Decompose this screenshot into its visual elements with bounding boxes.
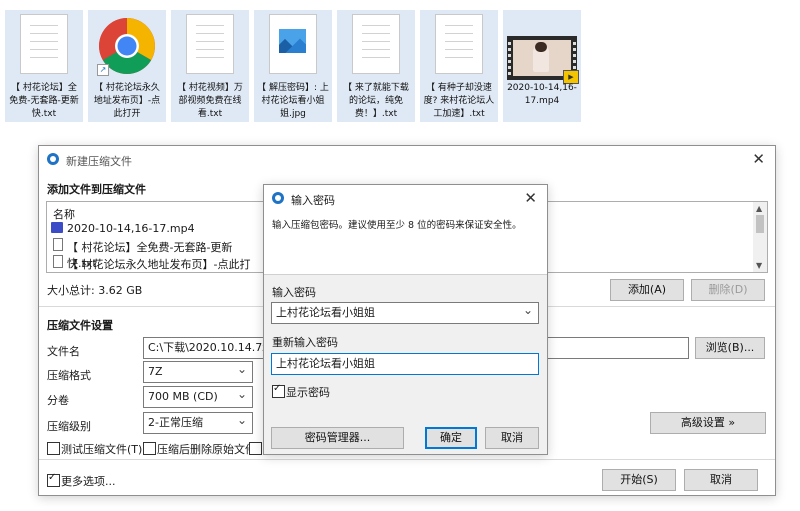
- video-file-icon: [51, 222, 63, 233]
- file-name: 【 有种子却没速度? 来村花论坛人工加速】.txt: [423, 83, 495, 119]
- title-bar: 输入密码 ✕: [264, 185, 547, 213]
- password-label: 输入密码: [272, 286, 316, 299]
- level-select[interactable]: 2-正常压缩: [143, 410, 253, 434]
- text-file-icon: [435, 14, 483, 74]
- total-size: 大小总计: 3.62 GB: [47, 284, 143, 297]
- url-file-icon: [53, 255, 63, 268]
- filename-label: 文件名: [47, 345, 80, 358]
- scroll-down-icon[interactable]: ▼: [756, 261, 762, 270]
- password-manager-button[interactable]: 密码管理器...: [271, 427, 404, 449]
- scroll-up-icon[interactable]: ▲: [756, 204, 762, 213]
- description-area: 输入压缩包密码。建议使用至少 8 位的密码来保证安全性。: [264, 213, 547, 274]
- description-text: 输入压缩包密码。建议使用至少 8 位的密码来保证安全性。: [272, 220, 522, 231]
- divider: [264, 274, 547, 275]
- file-name: 【 解压密码】: 上村花论坛看小姐姐.jpg: [257, 83, 329, 119]
- title-bar: 新建压缩文件 ✕: [39, 146, 775, 174]
- confirm-password-label: 重新输入密码: [272, 336, 338, 349]
- start-button[interactable]: 开始(S): [602, 469, 676, 491]
- desktop-file-1[interactable]: 【 村花论坛】全免费-无套路-更新快.txt: [5, 10, 83, 122]
- list-header-name: 名称: [53, 208, 75, 221]
- third-option-checkbox[interactable]: [249, 442, 262, 455]
- desktop-file-7[interactable]: ▶ 2020-10-14,16-17.mp4: [503, 10, 581, 122]
- desktop-file-5[interactable]: 【 来了就能下载的论坛，纯免费！】.txt: [337, 10, 415, 122]
- file-name: 【 村花论坛永久地址发布页】-点此打开: [93, 83, 161, 119]
- add-button[interactable]: 添加(A): [610, 279, 684, 301]
- more-options-label[interactable]: 更多选项...: [61, 473, 116, 489]
- advanced-settings-button[interactable]: 高级设置 »: [650, 412, 766, 434]
- file-name: 【 来了就能下载的论坛，纯免费！】.txt: [343, 83, 409, 119]
- close-button[interactable]: ✕: [524, 189, 537, 207]
- show-password-label[interactable]: 显示密码: [286, 384, 330, 400]
- video-file-icon: ▶: [507, 36, 579, 84]
- desktop-file-3[interactable]: 【 村花视频】万部视频免费在线看.txt: [171, 10, 249, 122]
- chrome-icon: ↗: [97, 16, 157, 79]
- cancel-button[interactable]: 取消: [485, 427, 539, 449]
- show-password-checkbox[interactable]: [272, 383, 285, 398]
- scroll-thumb[interactable]: [756, 215, 764, 233]
- format-select[interactable]: 7Z: [143, 359, 253, 383]
- format-label: 压缩格式: [47, 369, 91, 382]
- text-file-icon: [186, 14, 234, 74]
- more-options-checkbox[interactable]: [47, 472, 60, 487]
- text-file-icon: [20, 14, 68, 74]
- bandizip-icon: [272, 192, 284, 204]
- file-name: 2020-10-14,16-17.mp4: [507, 83, 577, 106]
- volume-label: 分卷: [47, 394, 69, 407]
- text-file-icon: [352, 14, 400, 74]
- list-item[interactable]: 2020-10-14,16-17.mp4: [51, 221, 261, 237]
- volume-select[interactable]: 700 MB (CD): [143, 384, 253, 408]
- browse-button[interactable]: 浏览(B)...: [695, 337, 765, 359]
- desktop-file-2[interactable]: ↗ 【 村花论坛永久地址发布页】-点此打开: [88, 10, 166, 122]
- ok-button[interactable]: 确定: [425, 427, 477, 449]
- add-files-header: 添加文件到压缩文件: [47, 183, 146, 196]
- level-label: 压缩级别: [47, 420, 91, 433]
- file-name: 【 村花视频】万部视频免费在线看.txt: [177, 83, 243, 119]
- test-archive-checkbox[interactable]: [47, 442, 60, 455]
- confirm-password-input[interactable]: 上村花论坛看小姐姐: [271, 353, 539, 375]
- bandizip-icon: [47, 153, 59, 165]
- file-name: 【 村花论坛】全免费-无套路-更新快.txt: [9, 83, 79, 119]
- settings-header: 压缩文件设置: [47, 319, 113, 332]
- test-archive-label[interactable]: 测试压缩文件(T): [61, 441, 142, 457]
- dialog-title: 输入密码: [291, 194, 335, 207]
- delete-source-label[interactable]: 压缩后删除原始文件: [157, 441, 256, 457]
- delete-button[interactable]: 删除(D): [691, 279, 765, 301]
- text-file-icon: [53, 238, 63, 251]
- dialog-title: 新建压缩文件: [66, 155, 132, 168]
- desktop-file-4[interactable]: 【 解压密码】: 上村花论坛看小姐姐.jpg: [254, 10, 332, 122]
- delete-source-checkbox[interactable]: [143, 442, 156, 455]
- password-dialog: 输入密码 ✕ 输入压缩包密码。建议使用至少 8 位的密码来保证安全性。 输入密码…: [263, 184, 548, 455]
- close-button[interactable]: ✕: [752, 150, 765, 168]
- image-file-icon: [269, 14, 317, 74]
- cancel-button[interactable]: 取消: [684, 469, 758, 491]
- list-scrollbar[interactable]: ▲ ▼: [753, 202, 767, 272]
- desktop-file-6[interactable]: 【 有种子却没速度? 来村花论坛人工加速】.txt: [420, 10, 498, 122]
- password-input[interactable]: 上村花论坛看小姐姐: [271, 300, 539, 324]
- list-item[interactable]: 【 村花论坛】全免费-无套路-更新快.txt: [51, 238, 261, 270]
- list-item[interactable]: 【 村花论坛永久地址发布页】-点此打开.url: [51, 255, 261, 271]
- shortcut-arrow-icon: ↗: [97, 64, 109, 76]
- divider: [39, 459, 775, 460]
